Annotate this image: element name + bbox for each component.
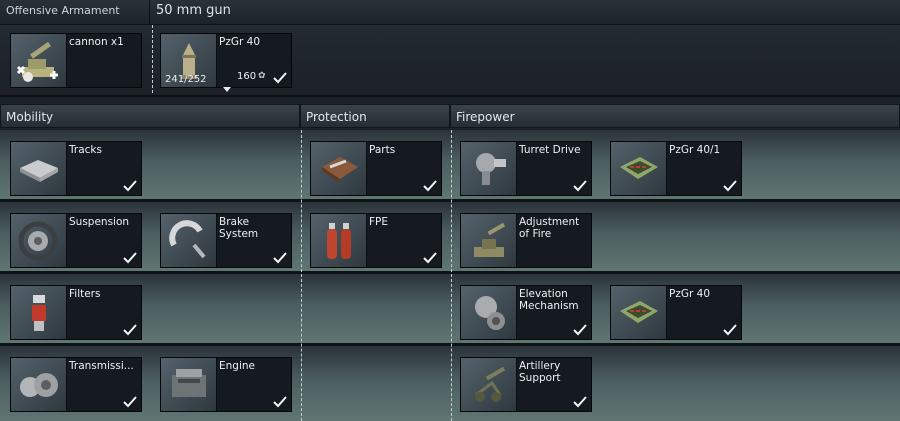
section-divider bbox=[451, 130, 452, 421]
engine-icon bbox=[161, 358, 217, 411]
module-name: Elevation Mechanism bbox=[519, 288, 579, 312]
module-name: Engine bbox=[219, 360, 255, 372]
check-icon bbox=[273, 72, 287, 84]
extinguisher-icon bbox=[311, 214, 367, 267]
cannon-card[interactable]: cannon x1 bbox=[10, 33, 142, 88]
module-turret-drive[interactable]: Turret Drive bbox=[460, 141, 592, 196]
check-icon bbox=[423, 252, 437, 264]
section-divider bbox=[301, 130, 302, 421]
check-icon bbox=[273, 252, 287, 264]
module-parts[interactable]: Parts bbox=[310, 141, 442, 196]
module-suspension[interactable]: Suspension bbox=[10, 213, 142, 268]
module-name: Artillery Support bbox=[519, 360, 561, 384]
suspension-icon bbox=[11, 214, 67, 267]
module-name: Suspension bbox=[69, 216, 130, 228]
module-pzgr-40-1[interactable]: PzGr 40/1 bbox=[610, 141, 742, 196]
cannon-icon bbox=[11, 34, 67, 87]
check-icon bbox=[423, 180, 437, 192]
research-icon: ✿ bbox=[258, 71, 266, 81]
gun-mount-icon bbox=[461, 214, 517, 267]
module-filters[interactable]: Filters bbox=[10, 285, 142, 340]
ammo-dropdown-icon[interactable] bbox=[223, 87, 231, 92]
module-tracks[interactable]: Tracks bbox=[10, 141, 142, 196]
module-engine[interactable]: Engine bbox=[160, 357, 292, 412]
artillery-icon bbox=[461, 358, 517, 411]
check-icon bbox=[573, 324, 587, 336]
check-icon bbox=[723, 180, 737, 192]
check-icon bbox=[123, 324, 137, 336]
armament-header: Offensive Armament 50 mm gun bbox=[0, 0, 900, 25]
brake-icon bbox=[161, 214, 217, 267]
module-artillery-support[interactable]: Artillery Support bbox=[460, 357, 592, 412]
module-name: PzGr 40 bbox=[669, 288, 710, 300]
ammo-crate-icon bbox=[611, 142, 667, 195]
check-icon bbox=[273, 396, 287, 408]
module-fpe[interactable]: FPE bbox=[310, 213, 442, 268]
check-icon bbox=[573, 180, 587, 192]
module-name: Turret Drive bbox=[519, 144, 581, 156]
module-name: Parts bbox=[369, 144, 396, 156]
gun-label: 50 mm gun bbox=[156, 3, 231, 18]
module-transmission[interactable]: Transmissi... bbox=[10, 357, 142, 412]
ammo-name: PzGr 40 bbox=[219, 36, 260, 48]
transmission-icon bbox=[11, 358, 67, 411]
check-icon bbox=[123, 252, 137, 264]
ammo-crate-icon bbox=[611, 286, 667, 339]
armament-header-divider bbox=[149, 0, 150, 24]
tracks-icon bbox=[11, 142, 67, 195]
ammo-quantity: 241/252 bbox=[165, 74, 207, 85]
module-name: Transmissi... bbox=[69, 360, 134, 372]
filter-icon bbox=[11, 286, 67, 339]
turret-drive-icon bbox=[461, 142, 517, 195]
section-protection: Protection bbox=[300, 104, 450, 128]
module-adjustment-of-fire[interactable]: Adjustment of Fire bbox=[460, 213, 592, 268]
module-elevation-mechanism[interactable]: Elevation Mechanism bbox=[460, 285, 592, 340]
ammo-count: 160 bbox=[237, 71, 257, 82]
module-brake-system[interactable]: Brake System bbox=[160, 213, 292, 268]
module-name: Filters bbox=[69, 288, 101, 300]
section-firepower: Firepower bbox=[450, 104, 900, 128]
check-icon bbox=[123, 396, 137, 408]
module-name: Adjustment of Fire bbox=[519, 216, 580, 240]
armament-body: cannon x1 241/252 PzGr 40 160 ✿ bbox=[0, 25, 900, 97]
cannon-name: cannon x1 bbox=[69, 36, 124, 48]
module-name: FPE bbox=[369, 216, 389, 228]
module-pzgr-40[interactable]: PzGr 40 bbox=[610, 285, 742, 340]
elevation-gear-icon bbox=[461, 286, 517, 339]
check-icon bbox=[573, 396, 587, 408]
section-mobility: Mobility bbox=[0, 104, 300, 128]
armament-header-label: Offensive Armament bbox=[6, 4, 120, 17]
ammo-card[interactable]: 241/252 PzGr 40 160 ✿ bbox=[160, 33, 292, 88]
toolbox-icon bbox=[311, 142, 367, 195]
module-name: PzGr 40/1 bbox=[669, 144, 721, 156]
module-name: Tracks bbox=[69, 144, 102, 156]
module-name: Brake System bbox=[219, 216, 259, 240]
check-icon bbox=[723, 324, 737, 336]
armament-divider bbox=[152, 25, 153, 93]
check-icon bbox=[123, 180, 137, 192]
